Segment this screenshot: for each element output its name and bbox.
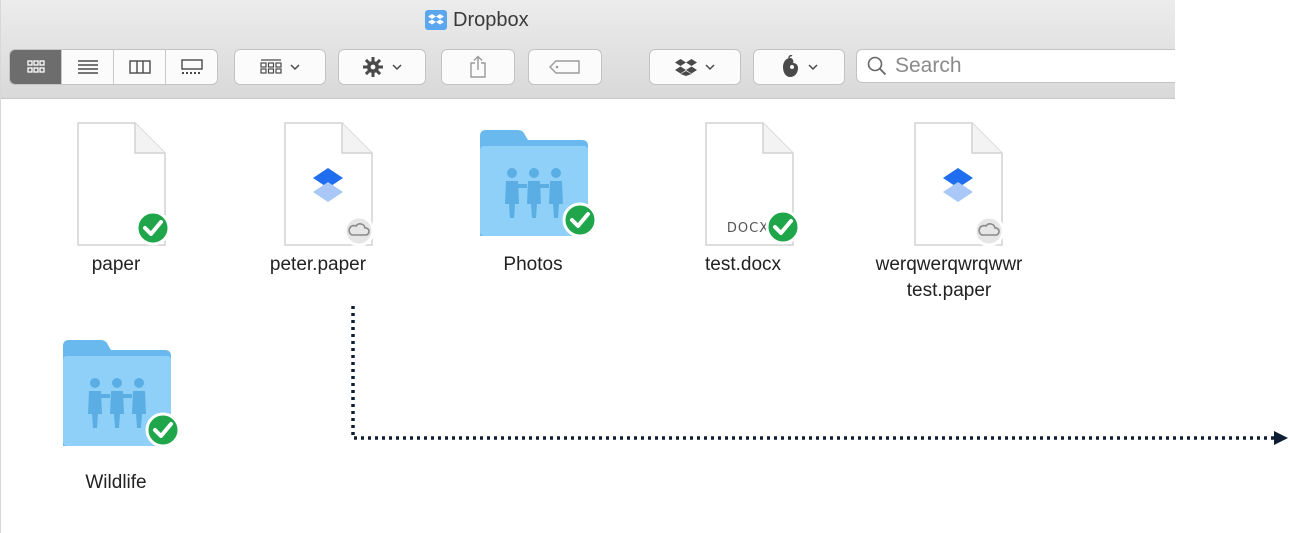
arrow-head-icon bbox=[1274, 431, 1288, 445]
annotation-arrow bbox=[351, 306, 1288, 445]
